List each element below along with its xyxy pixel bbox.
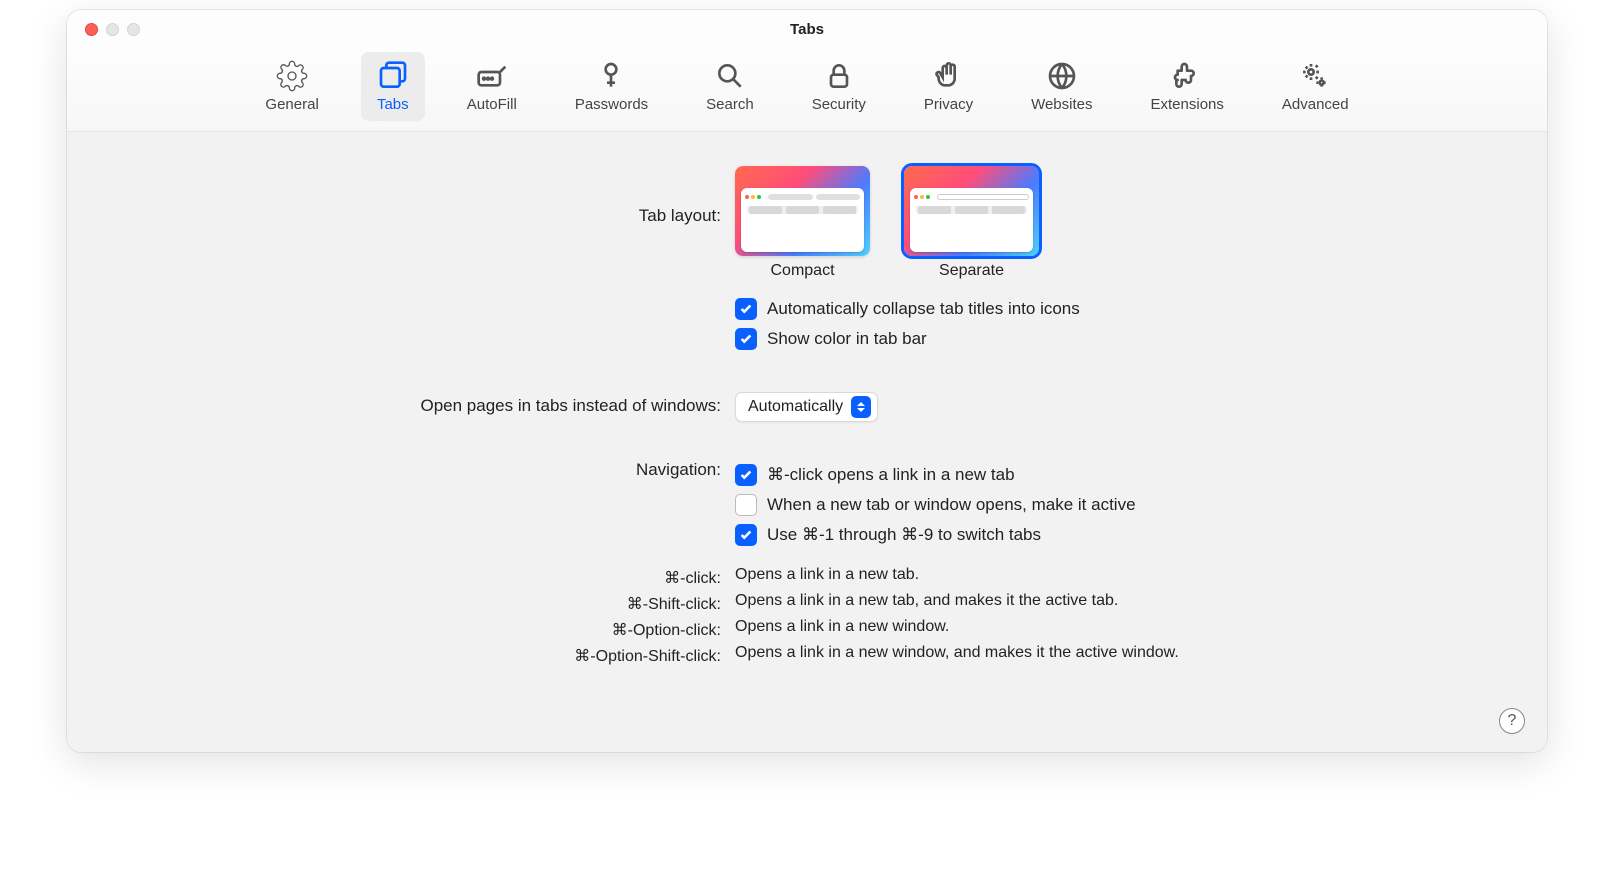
preferences-toolbar: General Tabs AutoFill Passwords Search S…	[67, 48, 1547, 132]
checkbox-icon	[735, 298, 757, 320]
toolbar-label: Security	[812, 96, 866, 113]
checkbox-icon	[735, 464, 757, 486]
puzzle-icon	[1171, 60, 1203, 92]
hint-desc: Opens a link in a new window.	[735, 618, 1507, 636]
checkbox-label: Use ⌘-1 through ⌘-9 to switch tabs	[767, 525, 1041, 545]
checkbox-show-color[interactable]: Show color in tab bar	[735, 328, 1507, 350]
toolbar-label: General	[265, 96, 318, 113]
checkbox-icon	[735, 328, 757, 350]
content-area: Tab layout: Compact	[67, 132, 1547, 752]
help-button[interactable]: ?	[1499, 708, 1525, 734]
lock-icon	[823, 60, 855, 92]
hint-desc: Opens a link in a new tab, and makes it …	[735, 592, 1507, 610]
toolbar-general[interactable]: General	[249, 52, 334, 121]
hint-key: ⌘-click:	[107, 566, 735, 588]
toolbar-autofill[interactable]: AutoFill	[451, 52, 533, 121]
toolbar-tabs[interactable]: Tabs	[361, 52, 425, 121]
toolbar-label: Privacy	[924, 96, 973, 113]
toolbar-security[interactable]: Security	[796, 52, 882, 121]
checkbox-label: Automatically collapse tab titles into i…	[767, 299, 1080, 319]
toolbar-search[interactable]: Search	[690, 52, 770, 121]
chevron-updown-icon	[851, 396, 871, 418]
tabs-icon	[377, 60, 409, 92]
key-icon	[595, 60, 627, 92]
checkbox-label: When a new tab or window opens, make it …	[767, 495, 1136, 515]
checkbox-cmd-number-switch[interactable]: Use ⌘-1 through ⌘-9 to switch tabs	[735, 524, 1507, 546]
hint-desc: Opens a link in a new window, and makes …	[735, 644, 1507, 662]
select-value: Automatically	[748, 398, 843, 416]
toolbar-extensions[interactable]: Extensions	[1135, 52, 1240, 121]
open-pages-select[interactable]: Automatically	[735, 392, 878, 422]
toolbar-label: Advanced	[1282, 96, 1349, 113]
hand-icon	[932, 60, 964, 92]
toolbar-passwords[interactable]: Passwords	[559, 52, 664, 121]
hint-desc: Opens a link in a new tab.	[735, 566, 1507, 584]
checkbox-collapse-titles[interactable]: Automatically collapse tab titles into i…	[735, 298, 1507, 320]
toolbar-label: Websites	[1031, 96, 1092, 113]
tab-layout-compact[interactable]: Compact	[735, 166, 870, 280]
thumb-label: Separate	[939, 262, 1004, 280]
toolbar-websites[interactable]: Websites	[1015, 52, 1108, 121]
navigation-label: Navigation:	[107, 456, 735, 480]
gear-icon	[276, 60, 308, 92]
toolbar-label: Search	[706, 96, 754, 113]
tab-layout-label: Tab layout:	[107, 166, 735, 226]
thumb-label: Compact	[770, 262, 834, 280]
gears-icon	[1299, 60, 1331, 92]
window-title: Tabs	[67, 21, 1547, 38]
preferences-window: Tabs General Tabs AutoFill Passwords Sea…	[67, 10, 1547, 752]
hint-key: ⌘-Option-Shift-click:	[107, 644, 735, 666]
checkbox-new-tab-active[interactable]: When a new tab or window opens, make it …	[735, 494, 1507, 516]
tab-layout-separate[interactable]: Separate	[904, 166, 1039, 280]
hint-key: ⌘-Option-click:	[107, 618, 735, 640]
checkbox-cmd-click-new-tab[interactable]: ⌘-click opens a link in a new tab	[735, 464, 1507, 486]
search-icon	[714, 60, 746, 92]
toolbar-label: Extensions	[1151, 96, 1224, 113]
toolbar-label: Tabs	[377, 96, 409, 113]
checkbox-label: ⌘-click opens a link in a new tab	[767, 465, 1015, 485]
autofill-icon	[476, 60, 508, 92]
checkbox-icon	[735, 494, 757, 516]
toolbar-privacy[interactable]: Privacy	[908, 52, 989, 121]
checkbox-label: Show color in tab bar	[767, 329, 927, 349]
toolbar-label: AutoFill	[467, 96, 517, 113]
hint-key: ⌘-Shift-click:	[107, 592, 735, 614]
toolbar-label: Passwords	[575, 96, 648, 113]
shortcut-hints: ⌘-click: Opens a link in a new tab. ⌘-Sh…	[107, 566, 1507, 666]
titlebar: Tabs	[67, 10, 1547, 48]
toolbar-advanced[interactable]: Advanced	[1266, 52, 1365, 121]
checkbox-icon	[735, 524, 757, 546]
globe-icon	[1046, 60, 1078, 92]
open-pages-label: Open pages in tabs instead of windows:	[107, 392, 735, 416]
